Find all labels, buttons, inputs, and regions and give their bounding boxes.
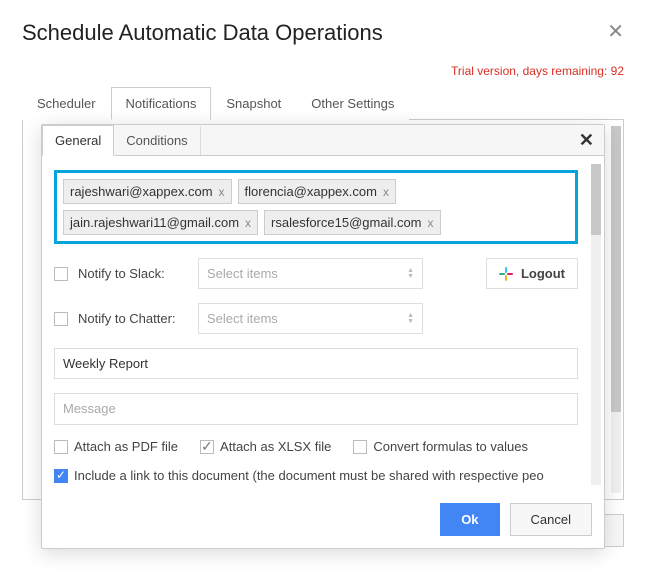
email-chip-text: rsalesforce15@gmail.com (271, 215, 421, 230)
notify-slack-select[interactable]: Select items ▲▼ (198, 258, 423, 289)
tab-notifications[interactable]: Notifications (111, 87, 212, 120)
email-chip-text: rajeshwari@xappex.com (70, 184, 213, 199)
inner-tabs: General Conditions ✕ (42, 125, 604, 156)
close-icon[interactable]: ✕ (607, 22, 624, 42)
convert-formulas-label: Convert formulas to values (373, 439, 528, 454)
convert-formulas-checkbox[interactable] (353, 440, 367, 454)
select-placeholder: Select items (207, 311, 278, 326)
email-chip[interactable]: jain.rajeshwari11@gmail.com x (63, 210, 258, 235)
inner-close-icon[interactable]: ✕ (569, 126, 604, 155)
main-tabs: Scheduler Notifications Snapshot Other S… (22, 86, 624, 120)
chip-remove-icon[interactable]: x (219, 185, 225, 199)
include-link-checkbox[interactable] (54, 469, 68, 483)
inner-scrollbar[interactable] (591, 164, 601, 485)
attach-xlsx-checkbox[interactable] (200, 440, 214, 454)
slack-icon (499, 267, 513, 281)
chip-remove-icon[interactable]: x (383, 185, 389, 199)
notify-chatter-checkbox[interactable] (54, 312, 68, 326)
notify-chatter-select[interactable]: Select items ▲▼ (198, 303, 423, 334)
tab-conditions[interactable]: Conditions (114, 126, 200, 155)
email-chip-text: jain.rajeshwari11@gmail.com (70, 215, 239, 230)
select-placeholder: Select items (207, 266, 278, 281)
tab-scheduler[interactable]: Scheduler (22, 87, 111, 120)
inner-cancel-button[interactable]: Cancel (510, 503, 592, 536)
chip-remove-icon[interactable]: x (245, 216, 251, 230)
email-recipients-box[interactable]: rajeshwari@xappex.com x florencia@xappex.… (54, 170, 578, 244)
email-chip[interactable]: rsalesforce15@gmail.com x (264, 210, 440, 235)
slack-logout-button[interactable]: Logout (486, 258, 578, 289)
email-chip[interactable]: rajeshwari@xappex.com x (63, 179, 232, 204)
chip-remove-icon[interactable]: x (428, 216, 434, 230)
notify-slack-label: Notify to Slack: (78, 266, 188, 281)
dialog-title: Schedule Automatic Data Operations (22, 20, 383, 46)
attach-pdf-checkbox[interactable] (54, 440, 68, 454)
logout-label: Logout (521, 266, 565, 281)
outer-scrollbar[interactable] (611, 126, 621, 493)
tab-other-settings[interactable]: Other Settings (296, 87, 409, 120)
trial-banner: Trial version, days remaining: 92 (22, 64, 624, 78)
select-arrows-icon: ▲▼ (407, 268, 414, 280)
subject-input[interactable]: Weekly Report (54, 348, 578, 379)
email-chip[interactable]: florencia@xappex.com x (238, 179, 396, 204)
include-link-label: Include a link to this document (the doc… (74, 468, 544, 483)
inner-ok-button[interactable]: Ok (440, 503, 499, 536)
select-arrows-icon: ▲▼ (407, 313, 414, 325)
notifications-inner-dialog: General Conditions ✕ rajeshwari@xappex.c… (41, 124, 605, 549)
attach-pdf-label: Attach as PDF file (74, 439, 178, 454)
main-panel: General Conditions ✕ rajeshwari@xappex.c… (22, 120, 624, 500)
notify-chatter-label: Notify to Chatter: (78, 311, 188, 326)
email-chip-text: florencia@xappex.com (245, 184, 377, 199)
tab-general[interactable]: General (42, 125, 114, 156)
attach-xlsx-label: Attach as XLSX file (220, 439, 331, 454)
message-input[interactable]: Message (54, 393, 578, 425)
tab-snapshot[interactable]: Snapshot (211, 87, 296, 120)
notify-slack-checkbox[interactable] (54, 267, 68, 281)
